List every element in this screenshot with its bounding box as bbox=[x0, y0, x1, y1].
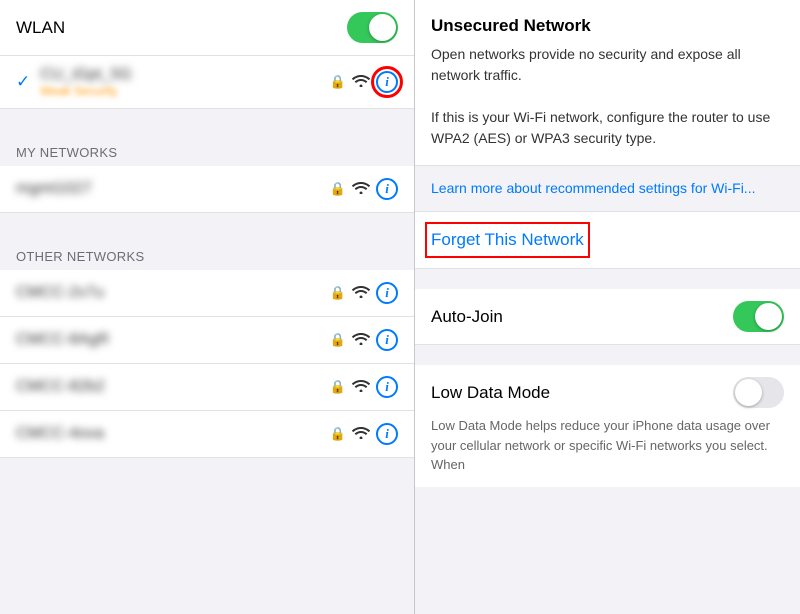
other-wifi-2 bbox=[352, 378, 370, 397]
other-wifi-0 bbox=[352, 284, 370, 303]
auto-join-knob bbox=[755, 303, 782, 330]
low-data-row: Low Data Mode bbox=[431, 377, 784, 408]
my-network-item-0: mgmt1027 🔒 i bbox=[0, 166, 414, 213]
wlan-toggle[interactable] bbox=[347, 12, 398, 43]
wlan-label: WLAN bbox=[16, 18, 65, 38]
low-data-desc: Low Data Mode helps reduce your iPhone d… bbox=[431, 416, 784, 475]
lock-icon: 🔒 bbox=[330, 74, 346, 90]
other-network-item-3: CMCC-4ova 🔒 i bbox=[0, 411, 414, 458]
spacer1 bbox=[0, 109, 414, 129]
spacer3 bbox=[415, 269, 800, 289]
spacer2 bbox=[0, 213, 414, 233]
other-network-item-0: CMCC-2v7u 🔒 i bbox=[0, 270, 414, 317]
low-data-knob bbox=[735, 379, 762, 406]
low-data-label: Low Data Mode bbox=[431, 383, 550, 403]
other-lock-2: 🔒 bbox=[330, 379, 346, 395]
wifi-icon bbox=[352, 73, 370, 91]
other-lock-3: 🔒 bbox=[330, 426, 346, 442]
learn-more-link[interactable]: Learn more about recommended settings fo… bbox=[431, 180, 755, 196]
connected-network-icons: 🔒 i bbox=[330, 71, 398, 93]
unsecured-title: Unsecured Network bbox=[431, 16, 784, 36]
right-panel: Unsecured Network Open networks provide … bbox=[415, 0, 800, 614]
other-lock-1: 🔒 bbox=[330, 332, 346, 348]
other-network-name-2: CMCC-82b2 bbox=[16, 378, 330, 396]
low-data-section: Low Data Mode Low Data Mode helps reduce… bbox=[415, 365, 800, 487]
auto-join-row: Auto-Join bbox=[415, 289, 800, 345]
connected-network-row: ✓ CU_iGpt_5G Weak Security 🔒 i bbox=[0, 56, 414, 109]
checkmark-icon: ✓ bbox=[16, 72, 30, 92]
left-panel: WLAN ✓ CU_iGpt_5G Weak Security 🔒 i MY N… bbox=[0, 0, 415, 614]
my-network-info-btn-0[interactable]: i bbox=[376, 178, 398, 200]
other-info-btn-2[interactable]: i bbox=[376, 376, 398, 398]
other-wifi-3 bbox=[352, 425, 370, 444]
spacer4 bbox=[415, 345, 800, 365]
other-info-btn-3[interactable]: i bbox=[376, 423, 398, 445]
toggle-knob bbox=[369, 14, 396, 41]
other-network-name-3: CMCC-4ova bbox=[16, 425, 330, 443]
other-network-item-2: CMCC-82b2 🔒 i bbox=[0, 364, 414, 411]
my-lock-icon-0: 🔒 bbox=[330, 181, 346, 197]
low-data-toggle[interactable] bbox=[733, 377, 784, 408]
connected-network-info-btn[interactable]: i bbox=[376, 71, 398, 93]
other-info-btn-1[interactable]: i bbox=[376, 329, 398, 351]
other-wifi-1 bbox=[352, 331, 370, 350]
learn-more-section: Learn more about recommended settings fo… bbox=[415, 166, 800, 211]
forget-network-button[interactable]: Forget This Network bbox=[431, 228, 584, 252]
other-network-name-0: CMCC-2v7u bbox=[16, 284, 330, 302]
connected-network-subtitle: Weak Security bbox=[40, 84, 330, 98]
forget-section: Forget This Network bbox=[415, 211, 800, 269]
connected-network-name: CU_iGpt_5G bbox=[40, 66, 330, 84]
connected-network-info: CU_iGpt_5G Weak Security bbox=[40, 66, 330, 98]
unsecured-section: Unsecured Network Open networks provide … bbox=[415, 0, 800, 166]
other-lock-0: 🔒 bbox=[330, 285, 346, 301]
other-info-btn-0[interactable]: i bbox=[376, 282, 398, 304]
other-network-name-1: CMCC-8AgR bbox=[16, 331, 330, 349]
other-networks-header: OTHER NETWORKS bbox=[0, 233, 414, 270]
my-network-name-0: mgmt1027 bbox=[16, 180, 330, 198]
auto-join-toggle[interactable] bbox=[733, 301, 784, 332]
my-wifi-icon-0 bbox=[352, 180, 370, 199]
unsecured-desc: Open networks provide no security and ex… bbox=[431, 44, 784, 149]
auto-join-label: Auto-Join bbox=[431, 307, 503, 327]
my-networks-header: MY NETWORKS bbox=[0, 129, 414, 166]
wlan-row: WLAN bbox=[0, 0, 414, 56]
other-network-item-1: CMCC-8AgR 🔒 i bbox=[0, 317, 414, 364]
